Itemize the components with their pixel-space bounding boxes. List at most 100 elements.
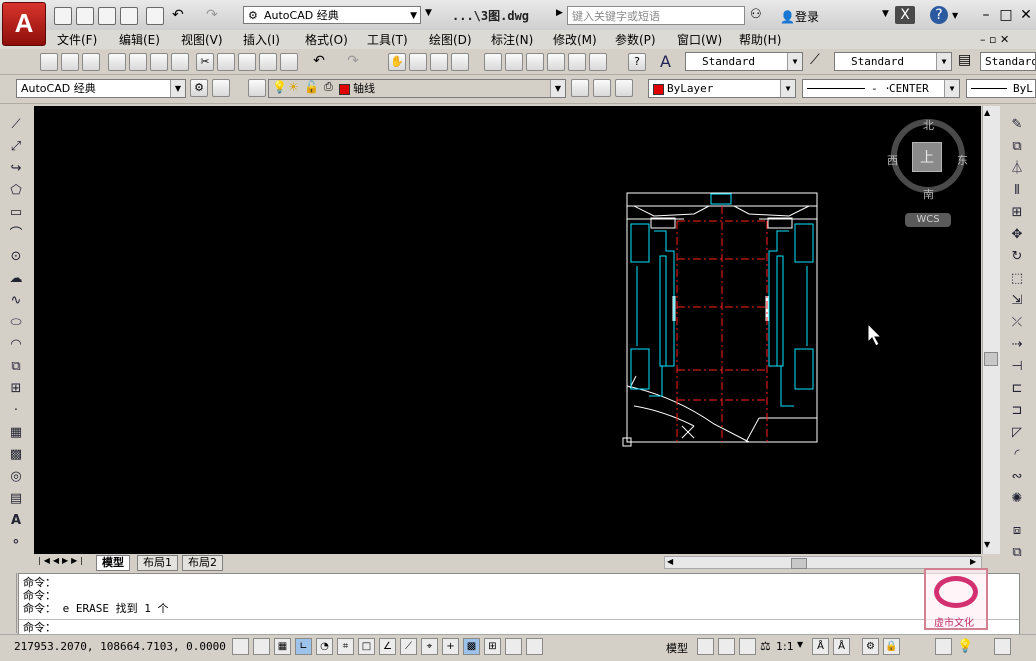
annotation-scale-value[interactable]: 1:1: [776, 640, 794, 653]
hardware-acceleration-icon[interactable]: 💡: [957, 639, 973, 654]
viewcube-west[interactable]: 西: [887, 152, 898, 168]
annotation-scale-icon[interactable]: ⚖: [760, 639, 771, 653]
cut-icon[interactable]: ✂: [196, 53, 214, 71]
menu-parameters[interactable]: 参数(P): [615, 31, 656, 48]
polar-tracking-icon[interactable]: ◔: [316, 638, 333, 655]
scroll-thumb[interactable]: [791, 558, 807, 569]
blend-curves-icon[interactable]: ∾: [1008, 468, 1026, 486]
region-icon[interactable]: ◎: [7, 468, 25, 486]
ellipse-arc-icon[interactable]: ◠: [7, 336, 25, 354]
transparency-icon[interactable]: ▩: [463, 638, 480, 655]
mirror-icon[interactable]: ⏃: [1008, 160, 1026, 178]
command-prompt[interactable]: 命令：: [23, 621, 56, 634]
layout-icon[interactable]: [697, 638, 714, 655]
break-icon[interactable]: ⊏: [1008, 380, 1026, 398]
scroll-right-icon[interactable]: ▶: [970, 557, 976, 566]
viewcube-south[interactable]: 南: [923, 186, 934, 202]
extend-icon[interactable]: ⇢: [1008, 336, 1026, 354]
break-at-point-icon[interactable]: ⊣: [1008, 358, 1026, 376]
drawing-canvas[interactable]: 上 北 南 东 西 WCS: [34, 106, 981, 554]
application-menu-button[interactable]: A: [2, 2, 46, 46]
undo-icon[interactable]: ↶: [172, 7, 188, 23]
color-select[interactable]: ByLayer ▼: [648, 79, 796, 98]
pan-icon[interactable]: ✋: [388, 53, 406, 71]
annotation-monitor-icon[interactable]: [526, 638, 543, 655]
auto-scale-icon[interactable]: Å: [833, 638, 850, 655]
maximize-button[interactable]: □: [996, 6, 1016, 24]
workspace-switcher[interactable]: ⚙ AutoCAD 经典 ▼: [243, 6, 421, 24]
polyline-icon[interactable]: ↪: [7, 160, 25, 178]
scroll-down-icon[interactable]: ▼: [984, 540, 990, 549]
hatch-icon[interactable]: ▦: [7, 424, 25, 442]
selection-cycling-icon[interactable]: [505, 638, 522, 655]
zoom-previous-icon[interactable]: [451, 53, 469, 71]
text-style-select[interactable]: Standard ▼: [685, 52, 803, 71]
make-current-layer-icon[interactable]: [571, 79, 589, 97]
menu-draw[interactable]: 绘图(D): [429, 31, 472, 48]
new-icon[interactable]: [40, 53, 58, 71]
print-icon[interactable]: [146, 7, 164, 25]
gradient-icon[interactable]: ▩: [7, 446, 25, 464]
command-window[interactable]: 命令： 命令： 命令： e ERASE 找到 1 个 命令：: [18, 573, 1020, 635]
quick-view-drawings-icon[interactable]: [739, 638, 756, 655]
viewcube-east[interactable]: 东: [957, 152, 968, 168]
rectangle-icon[interactable]: ▭: [7, 204, 25, 222]
scroll-thumb[interactable]: [984, 352, 998, 366]
ellipse-icon[interactable]: ⬭: [7, 314, 25, 332]
viewcube-north[interactable]: 北: [923, 117, 934, 133]
add-selected-icon[interactable]: ⚬: [7, 534, 25, 552]
quick-access-more-icon[interactable]: ▼: [425, 8, 432, 18]
join-icon[interactable]: ⊐: [1008, 402, 1026, 420]
ortho-mode-icon[interactable]: ∟: [295, 638, 312, 655]
markup-icon[interactable]: [568, 53, 586, 71]
snap-mode-icon[interactable]: [253, 638, 270, 655]
layer-manager-icon[interactable]: [248, 79, 266, 97]
workspace-switching-icon[interactable]: ⚙: [862, 638, 879, 655]
save-icon[interactable]: [82, 53, 100, 71]
block-editor-icon[interactable]: [280, 53, 298, 71]
stretch-icon[interactable]: ⇲: [1008, 292, 1026, 310]
help-icon[interactable]: ?: [930, 6, 948, 24]
point-icon[interactable]: ·: [7, 402, 25, 420]
vertical-scrollbar[interactable]: ▲ ▼: [982, 106, 1000, 554]
object-snap-icon[interactable]: ⌗: [337, 638, 354, 655]
open-file-icon[interactable]: [76, 7, 94, 25]
binoculars-icon[interactable]: ⚇: [750, 7, 762, 22]
copy-object-icon[interactable]: ⧉: [1008, 138, 1026, 156]
undo-icon[interactable]: ↶: [310, 53, 328, 71]
sheet-set-icon[interactable]: [547, 53, 565, 71]
minimize-button[interactable]: –: [976, 6, 996, 24]
rotate-icon[interactable]: ↻: [1008, 248, 1026, 266]
polygon-icon[interactable]: ⬠: [7, 182, 25, 200]
arc-icon[interactable]: ⌒: [7, 226, 25, 244]
lineweight-icon[interactable]: +: [442, 638, 459, 655]
model-space-label[interactable]: 模型: [666, 640, 688, 656]
scale-icon[interactable]: ⬚: [1008, 270, 1026, 288]
coordinates-display[interactable]: 217953.2070, 108664.7103, 0.0000: [14, 640, 226, 653]
search-input[interactable]: 键入关键字或短语: [567, 6, 745, 25]
table-icon[interactable]: ▤: [7, 490, 25, 508]
isolate-objects-icon[interactable]: [935, 638, 952, 655]
chevron-down-icon[interactable]: ▼: [882, 9, 889, 19]
menu-file[interactable]: 文件(F): [57, 31, 97, 48]
revision-cloud-icon[interactable]: ☁: [7, 270, 25, 288]
annotation-visibility-icon[interactable]: Å: [812, 638, 829, 655]
zoom-realtime-icon[interactable]: [409, 53, 427, 71]
quickcalc-icon[interactable]: [589, 53, 607, 71]
save-as-icon[interactable]: [120, 7, 138, 25]
menu-tools[interactable]: 工具(T): [367, 31, 408, 48]
fillet-icon[interactable]: ◜: [1008, 446, 1026, 464]
lock-ui-icon[interactable]: 🔒: [883, 638, 900, 655]
move-icon[interactable]: ✥: [1008, 226, 1026, 244]
exchange-icon[interactable]: X: [895, 6, 915, 24]
design-center-icon[interactable]: [505, 53, 523, 71]
clean-screen-icon[interactable]: [994, 638, 1011, 655]
menu-edit[interactable]: 编辑(E): [119, 31, 160, 48]
close-button[interactable]: ✕: [1016, 6, 1036, 24]
open-icon[interactable]: [61, 53, 79, 71]
new-file-icon[interactable]: [54, 7, 72, 25]
redo-icon[interactable]: ↷: [344, 53, 362, 71]
plot-preview-icon[interactable]: [129, 53, 147, 71]
menu-modify[interactable]: 修改(M): [553, 31, 597, 48]
doc-window-controls[interactable]: – ▫ ✕: [980, 33, 1009, 46]
